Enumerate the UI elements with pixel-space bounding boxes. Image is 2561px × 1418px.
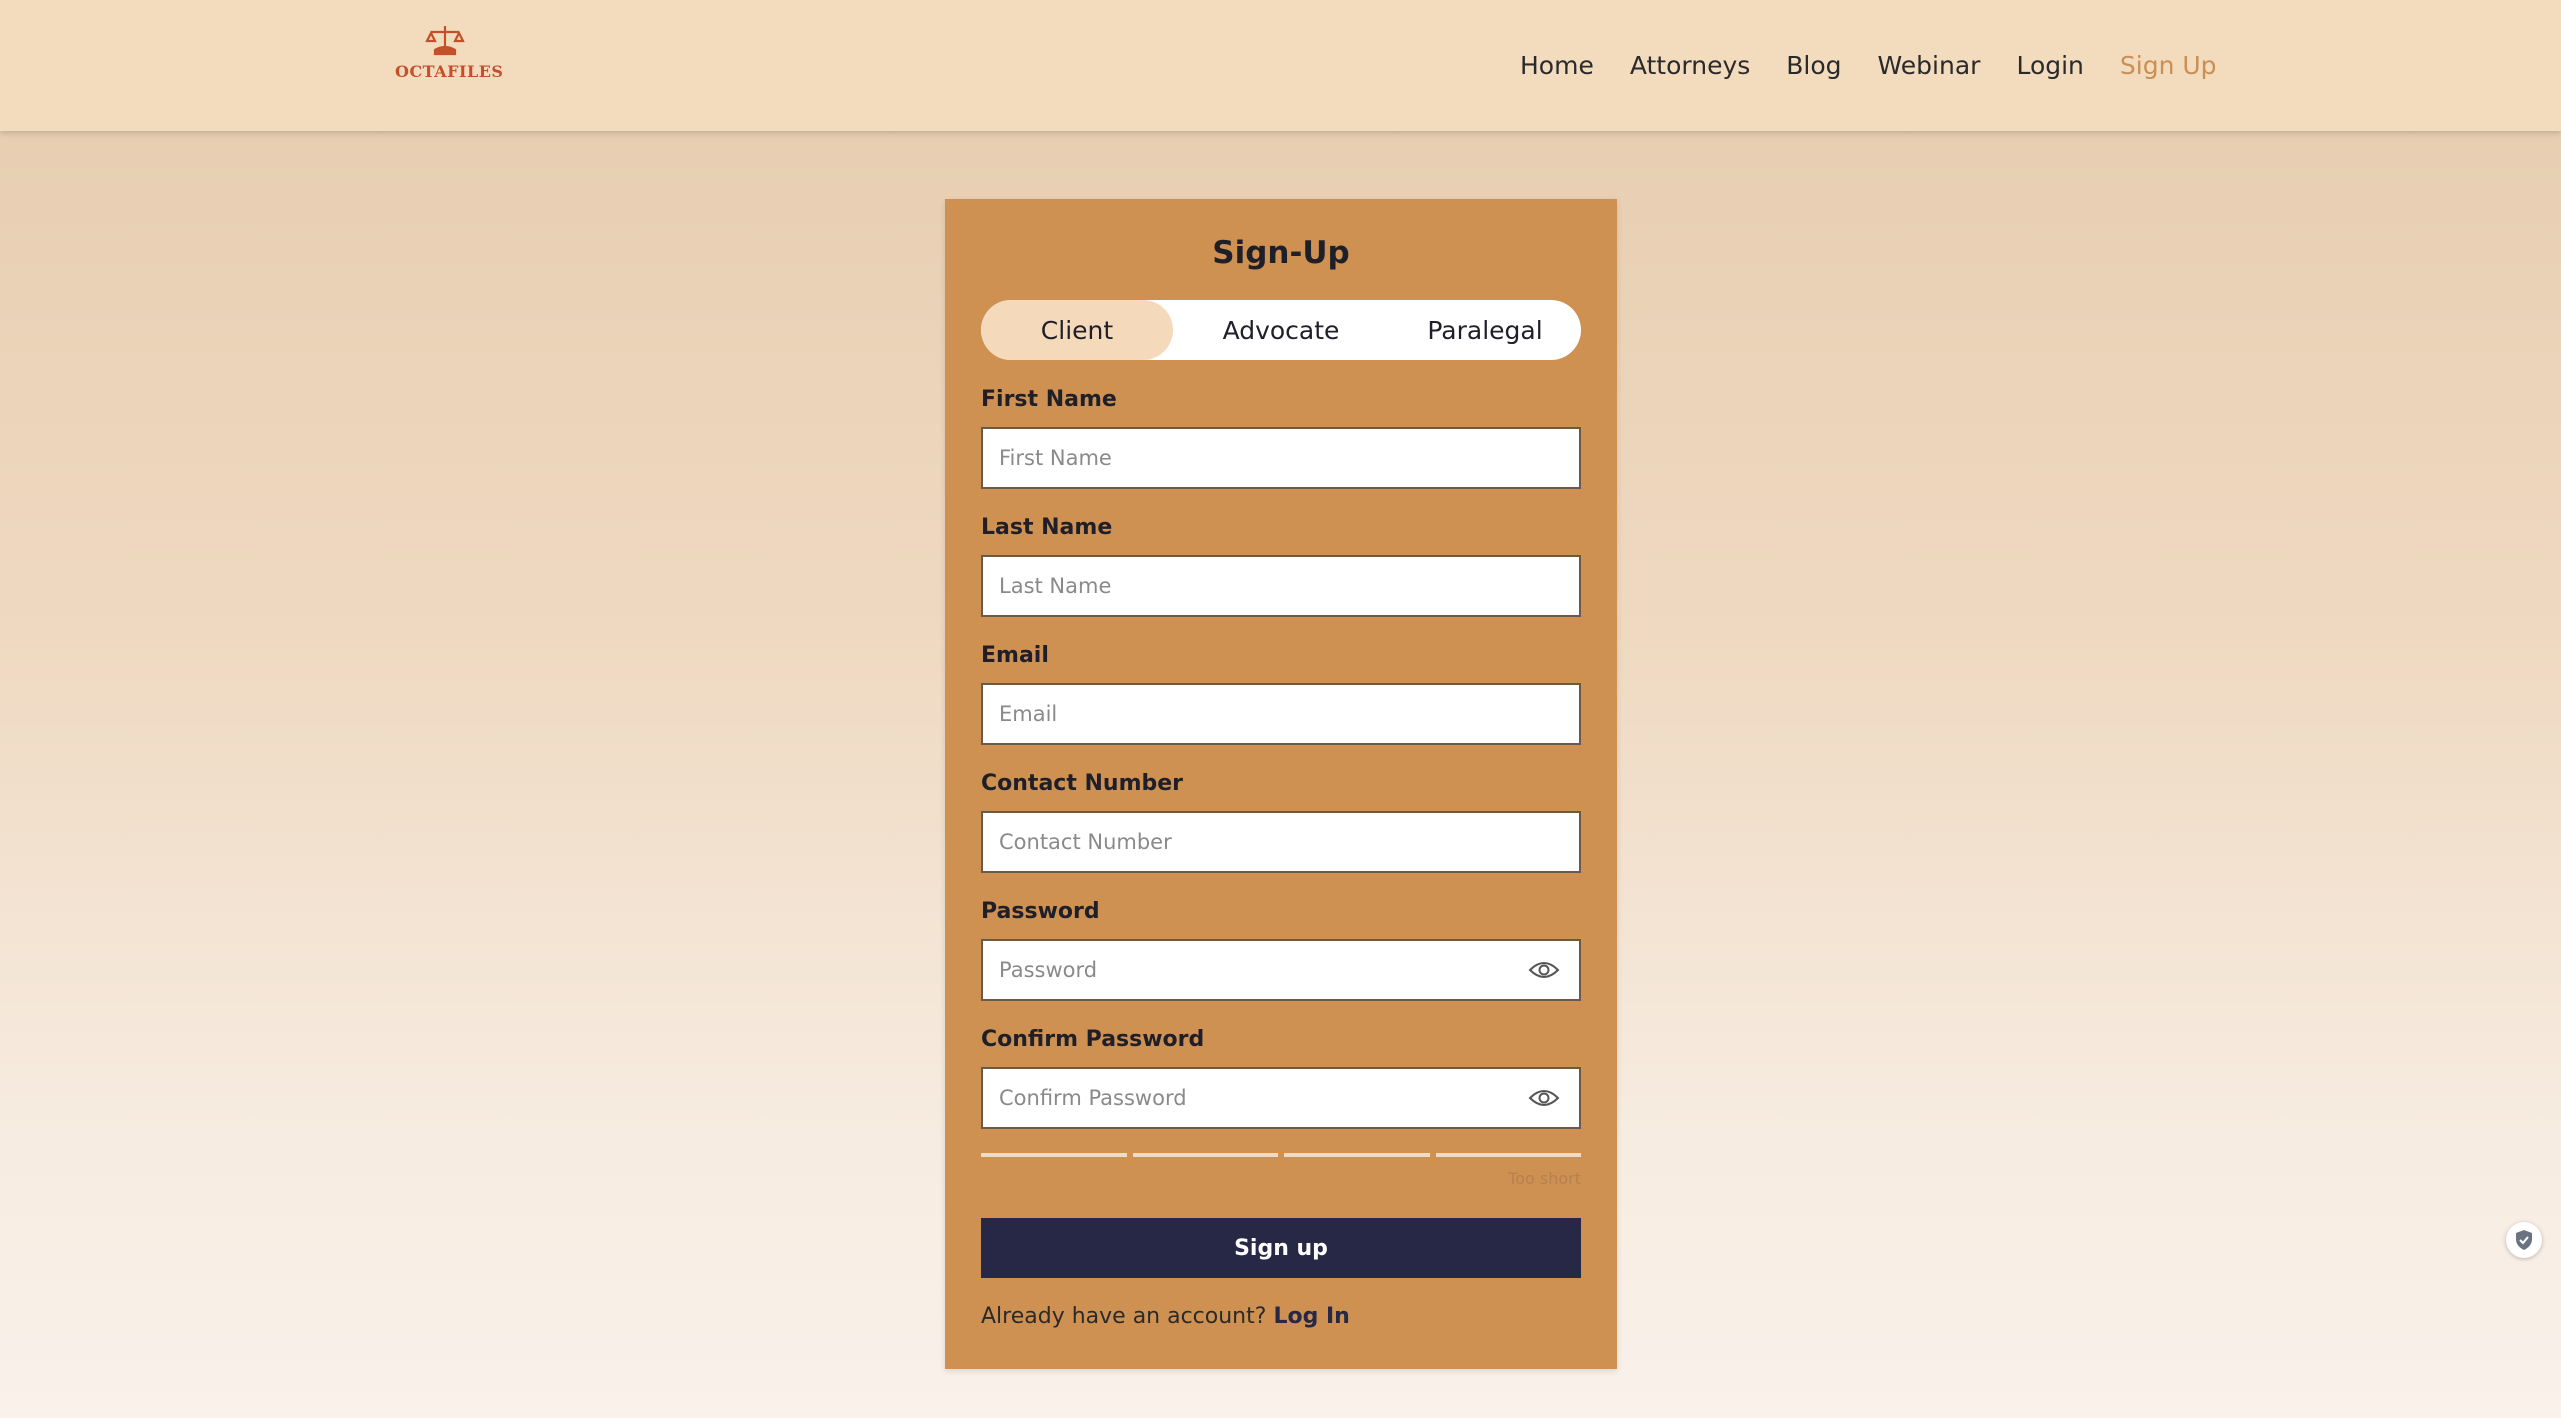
- confirm-password-label: Confirm Password: [981, 1027, 1205, 1052]
- nav-home[interactable]: Home: [1520, 51, 1594, 80]
- strength-segment: [981, 1153, 1127, 1157]
- nav-login[interactable]: Login: [2016, 51, 2083, 80]
- nav-attorneys[interactable]: Attorneys: [1630, 51, 1750, 80]
- email-label: Email: [981, 643, 1049, 668]
- login-prompt-text: Already have an account?: [981, 1304, 1267, 1329]
- role-tabs: Client Advocate Paralegal: [981, 300, 1581, 360]
- eye-icon[interactable]: [1528, 1087, 1560, 1109]
- strength-segment: [1132, 1153, 1278, 1157]
- password-strength-text: Too short: [1508, 1169, 1581, 1188]
- strength-segment: [1284, 1153, 1430, 1157]
- password-label: Password: [981, 899, 1100, 924]
- last-name-input[interactable]: [981, 555, 1581, 617]
- main-nav: Home Attorneys Blog Webinar Login Sign U…: [1520, 48, 2217, 82]
- form-title: Sign-Up: [1212, 235, 1350, 271]
- eye-icon[interactable]: [1528, 959, 1560, 981]
- nav-sign-up[interactable]: Sign Up: [2120, 51, 2217, 80]
- shield-badge[interactable]: [2506, 1222, 2542, 1258]
- tab-client[interactable]: Client: [981, 300, 1173, 360]
- tab-advocate[interactable]: Advocate: [1173, 300, 1389, 360]
- last-name-label: Last Name: [981, 515, 1113, 540]
- shield-icon: [2516, 1230, 2532, 1250]
- sign-up-button[interactable]: Sign up: [981, 1218, 1581, 1278]
- nav-webinar[interactable]: Webinar: [1878, 51, 1981, 80]
- first-name-label: First Name: [981, 387, 1117, 412]
- password-input[interactable]: [981, 939, 1581, 1001]
- signup-card: Sign-Up Client Advocate Paralegal First …: [945, 199, 1617, 1369]
- login-prompt: Already have an account? Log In: [981, 1304, 1350, 1329]
- logo-text: OCTAFILES: [395, 62, 504, 81]
- site-header: OCTAFILES Home Attorneys Blog Webinar Lo…: [0, 0, 2561, 131]
- nav-blog[interactable]: Blog: [1786, 51, 1841, 80]
- email-input[interactable]: [981, 683, 1581, 745]
- site-logo[interactable]: OCTAFILES: [395, 24, 504, 84]
- strength-segment: [1435, 1153, 1581, 1157]
- scales-icon: [425, 26, 465, 56]
- confirm-password-input[interactable]: [981, 1067, 1581, 1129]
- log-in-link[interactable]: Log In: [1273, 1304, 1349, 1329]
- tab-paralegal[interactable]: Paralegal: [1389, 300, 1581, 360]
- contact-number-input[interactable]: [981, 811, 1581, 873]
- contact-number-label: Contact Number: [981, 771, 1184, 796]
- first-name-input[interactable]: [981, 427, 1581, 489]
- password-strength-meter: [981, 1153, 1581, 1157]
